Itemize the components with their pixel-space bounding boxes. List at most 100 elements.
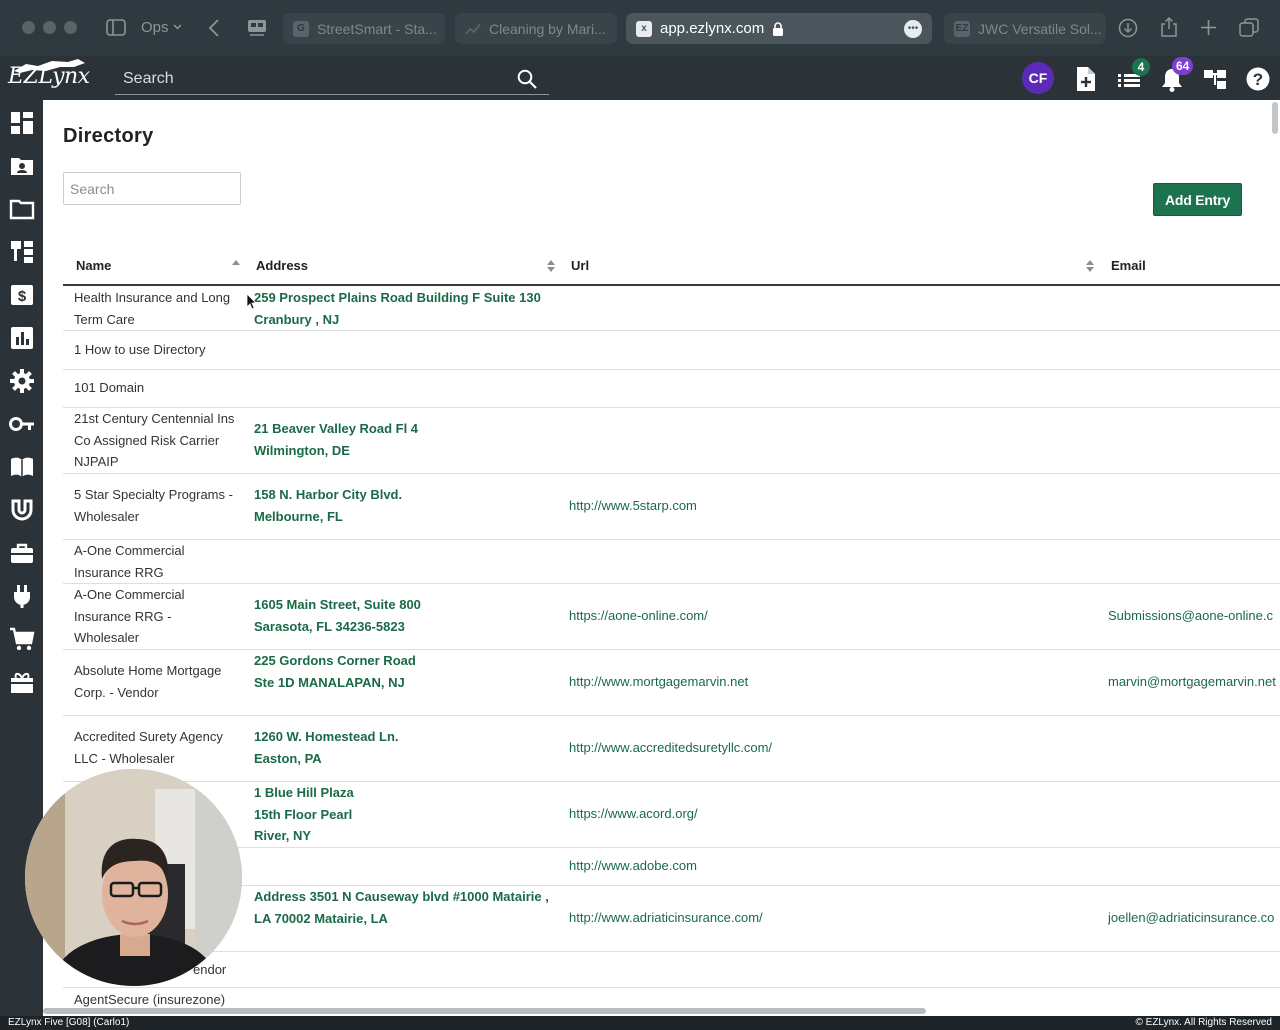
row-url[interactable]: http://www.adobe.com [569, 855, 1089, 877]
row-url[interactable]: http://www.accreditedsuretyllc.com/ [569, 737, 1089, 759]
tab-overview-icon[interactable] [247, 19, 267, 36]
ezlynx-favicon-icon: x [636, 20, 652, 37]
row-address[interactable]: 158 N. Harbor City Blvd. Melbourne, FL [254, 484, 424, 527]
dashboard-icon[interactable] [9, 110, 35, 136]
row-url[interactable]: http://www.5starp.com [569, 495, 1089, 517]
row-url[interactable]: http://www.mortgagemarvin.net [569, 671, 1089, 693]
google-favicon-icon: G [293, 20, 309, 37]
table-row[interactable]: A-One Commercial Insurance RRG - Wholesa… [63, 584, 1280, 650]
row-name: 101 Domain [74, 380, 145, 395]
help-icon[interactable]: ? [1245, 66, 1271, 92]
webcam-overlay [25, 769, 242, 986]
table-row[interactable]: http://www.adobe.com [63, 848, 1280, 886]
vertical-scrollbar[interactable] [1272, 102, 1278, 134]
sidebar-toggle-icon[interactable] [106, 19, 126, 36]
row-address[interactable]: 1260 W. Homestead Ln. Easton, PA [254, 726, 414, 769]
gift-icon[interactable] [9, 669, 35, 695]
row-address[interactable]: 1 Blue Hill Plaza 15th Floor Pearl River… [254, 782, 364, 847]
row-address[interactable]: 225 Gordons Corner Road Ste 1D MANALAPAN… [254, 650, 434, 693]
tab-label: JWC Versatile Sol... [978, 20, 1102, 37]
row-name: Health Insurance and Long Term Care [74, 290, 231, 327]
column-header-url[interactable]: Url [571, 258, 589, 273]
global-search [115, 64, 549, 95]
browser-toolbar: Ops G StreetSmart - Sta... Cleaning by M… [0, 0, 1280, 56]
folder-icon[interactable] [9, 196, 35, 222]
key-icon[interactable] [9, 411, 35, 437]
tab-ezlynx-active[interactable]: x app.ezlynx.com ••• [626, 13, 932, 44]
tab-streetsmart[interactable]: G StreetSmart - Sta... [283, 13, 445, 44]
table-row[interactable]: 1 How to use Directory [63, 331, 1280, 370]
tab-label: Cleaning by Mari... [489, 20, 606, 37]
row-address[interactable]: 259 Prospect Plains Road Building F Suit… [254, 287, 554, 330]
window-close-button[interactable] [22, 21, 35, 34]
logo-text: EZLynx [8, 64, 90, 89]
row-url[interactable]: http://www.adriaticinsurance.com/ [569, 907, 1089, 929]
reports-icon[interactable] [9, 325, 35, 351]
download-icon[interactable] [1118, 18, 1138, 38]
row-address[interactable]: 1605 Main Street, Suite 800 Sarasota, FL… [254, 594, 454, 637]
share-icon[interactable] [1160, 16, 1178, 38]
new-document-icon[interactable] [1073, 66, 1099, 92]
tab-jwc[interactable]: EZ JWC Versatile Sol... [944, 13, 1106, 44]
table-row[interactable]: 1 Blue Hill Plaza 15th Floor Pearl River… [63, 782, 1280, 848]
add-entry-button[interactable]: Add Entry [1153, 183, 1242, 216]
row-email[interactable]: joellen@adriaticinsurance.co [1108, 907, 1280, 929]
tab-label: StreetSmart - Sta... [317, 20, 437, 37]
settings-gear-icon[interactable] [9, 368, 35, 394]
ezlynx-logo[interactable]: EZLynx [8, 60, 90, 94]
tasks-badge: 4 [1132, 58, 1150, 76]
row-address[interactable]: Address 3501 N Causeway blvd #1000 Matai… [254, 886, 554, 929]
horizontal-scrollbar[interactable] [43, 1008, 926, 1014]
table-row[interactable]: A-One Commercial Insurance RRG [63, 540, 1280, 584]
sort-icon[interactable] [547, 259, 555, 273]
table-row[interactable]: 5 Star Specialty Programs - Wholesaler 1… [63, 474, 1280, 540]
row-url[interactable]: https://www.acord.org/ [569, 803, 1089, 825]
table-row[interactable]: Address 3501 N Causeway blvd #1000 Matai… [63, 886, 1280, 952]
back-icon[interactable] [208, 19, 220, 37]
shopping-cart-icon[interactable] [9, 626, 35, 652]
magnet-icon[interactable] [9, 497, 35, 523]
billing-icon[interactable]: $ [9, 282, 35, 308]
org-chart-icon[interactable] [1202, 66, 1228, 92]
table-row[interactable]: 21st Century Centennial Ins Co Assigned … [63, 408, 1280, 474]
hierarchy-icon[interactable] [9, 239, 35, 265]
search-icon[interactable] [517, 69, 537, 89]
table-row[interactable]: Accredited Surety Agency LLC - Wholesale… [63, 716, 1280, 782]
table-header: Name Address Url Email [63, 248, 1280, 286]
table-row[interactable]: endor [63, 952, 1280, 988]
svg-text:$: $ [18, 288, 27, 305]
ez-favicon-icon: EZ [954, 20, 970, 37]
column-header-address[interactable]: Address [256, 258, 308, 273]
book-icon[interactable] [9, 454, 35, 480]
row-address[interactable]: 21 Beaver Valley Road Fl 4 Wilmington, D… [254, 418, 444, 461]
directory-search-input[interactable] [63, 172, 241, 205]
row-email[interactable]: marvin@mortgagemarvin.net [1108, 671, 1280, 693]
column-header-name[interactable]: Name [76, 258, 111, 273]
table-row[interactable]: Absolute Home Mortgage Corp. - Vendor 22… [63, 650, 1280, 716]
tab-group-label[interactable]: Ops [141, 20, 169, 36]
more-options-icon[interactable]: ••• [904, 19, 922, 38]
row-url[interactable]: https://aone-online.com/ [569, 605, 1089, 627]
new-tab-icon[interactable] [1200, 19, 1217, 36]
plugin-icon[interactable] [9, 583, 35, 609]
row-name: endor [193, 962, 227, 977]
row-name: A-One Commercial Insurance RRG - Wholesa… [74, 587, 185, 645]
sort-ascending-icon[interactable] [232, 259, 240, 273]
user-avatar[interactable]: CF [1022, 62, 1054, 94]
lock-icon [773, 21, 784, 36]
tab-cleaning[interactable]: Cleaning by Mari... [455, 13, 617, 44]
global-search-input[interactable] [123, 68, 503, 90]
briefcase-icon[interactable] [9, 540, 35, 566]
window-zoom-button[interactable] [64, 21, 77, 34]
row-name: 5 Star Specialty Programs - Wholesaler [74, 487, 233, 524]
window-minimize-button[interactable] [43, 21, 56, 34]
contact-folder-icon[interactable] [9, 153, 35, 179]
sort-icon[interactable] [1086, 259, 1094, 273]
row-email[interactable]: Submissions@aone-online.c [1108, 605, 1280, 627]
chart-favicon-icon [465, 22, 481, 35]
column-header-email[interactable]: Email [1111, 258, 1146, 273]
tab-label: app.ezlynx.com [660, 20, 765, 37]
table-row[interactable]: 101 Domain [63, 370, 1280, 408]
svg-text:?: ? [1253, 70, 1263, 89]
tab-switcher-icon[interactable] [1239, 18, 1259, 38]
